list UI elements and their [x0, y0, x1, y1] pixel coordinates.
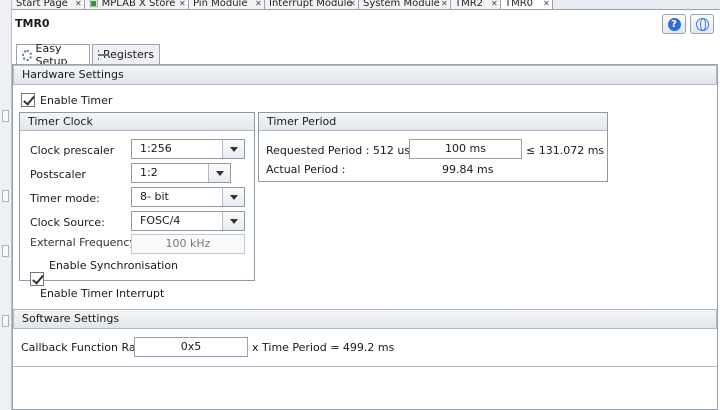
file-tab-label: System Module — [363, 0, 440, 9]
help-button[interactable]: ? — [662, 14, 686, 34]
tab-label: Registers — [102, 48, 154, 61]
group-title: Timer Clock — [28, 115, 93, 128]
enable-timer-label: Enable Timer — [40, 94, 113, 107]
close-icon[interactable]: ✕ — [349, 0, 356, 9]
postscaler-label: Postscaler — [30, 168, 86, 181]
close-icon[interactable]: ✕ — [179, 0, 186, 9]
clock-prescaler-label: Clock prescaler — [30, 144, 115, 157]
gear-icon — [22, 49, 32, 61]
enable-timer-checkbox[interactable] — [21, 93, 35, 107]
section-title: Software Settings — [22, 312, 120, 325]
web-help-button[interactable] — [690, 14, 714, 34]
callback-rate-label: Callback Function Rate — [21, 341, 147, 354]
section-divider — [13, 366, 717, 367]
chevron-down-icon[interactable] — [222, 140, 244, 158]
timer-mode-select[interactable]: 8- bit — [131, 187, 245, 207]
enable-timer-interrupt-label: Enable Timer Interrupt — [40, 287, 165, 300]
group-title: Timer Period — [267, 115, 337, 128]
help-icon: ? — [667, 17, 681, 31]
file-tab-start-page[interactable]: Start Page ✕ — [12, 0, 85, 9]
file-tab-interrupt-module[interactable]: Interrupt Module ✕ — [265, 0, 359, 9]
requested-period-max: ≤ 131.072 ms — [526, 144, 605, 157]
cart-icon: ▣ — [89, 0, 99, 9]
actual-period-label: Actual Period : — [266, 163, 346, 176]
software-settings-header: Software Settings — [13, 309, 717, 329]
file-tab-label: Pin Module — [193, 0, 248, 9]
close-icon[interactable]: ✕ — [543, 0, 550, 9]
file-tab-tmr2[interactable]: TMR2 ✕ — [451, 0, 501, 9]
chevron-down-icon[interactable] — [222, 188, 244, 206]
file-tab-pin-module[interactable]: Pin Module ✕ — [189, 0, 265, 9]
requested-period-label: Requested Period : 512 us ≤ — [266, 144, 423, 157]
file-tab-label: Start Page — [16, 0, 68, 9]
select-value: 8- bit — [140, 190, 169, 203]
gutter-marker — [2, 245, 9, 257]
select-value: 1:2 — [140, 166, 158, 179]
timer-clock-header: Timer Clock — [20, 113, 254, 131]
requested-period-input[interactable]: 100 ms — [409, 139, 522, 159]
chevron-down-icon[interactable] — [208, 164, 230, 182]
list-icon — [98, 49, 109, 60]
close-icon[interactable]: ✕ — [75, 0, 82, 9]
close-icon[interactable]: ✕ — [255, 0, 262, 9]
file-tab-label: MPLAB X Store — [101, 0, 176, 9]
external-frequency-label: External Frequency : — [30, 236, 144, 249]
clock-source-label: Clock Source: — [30, 216, 105, 229]
external-frequency-field: 100 kHz — [131, 234, 245, 254]
globe-icon — [695, 17, 709, 31]
file-tab-mplab-store[interactable]: ▣ MPLAB X Store ✕ — [85, 0, 189, 9]
file-tab-label: TMR2 — [455, 0, 484, 9]
clock-source-select[interactable]: FOSC/4 — [131, 211, 245, 231]
gutter-marker — [2, 190, 9, 202]
postscaler-select[interactable]: 1:2 — [131, 163, 231, 183]
callback-rate-input[interactable]: 0x5 — [134, 337, 248, 357]
tab-easy-setup[interactable]: Easy Setup — [16, 42, 90, 68]
chevron-down-icon[interactable] — [222, 212, 244, 230]
clock-prescaler-select[interactable]: 1:256 — [131, 139, 245, 159]
file-tab-label: TMR0 — [505, 0, 534, 9]
file-tab-system-module[interactable]: System Module ✕ — [359, 0, 451, 9]
enable-synchronisation-checkbox[interactable] — [30, 272, 44, 286]
hardware-settings-header: Hardware Settings — [13, 65, 717, 85]
select-value: 1:256 — [140, 142, 172, 155]
left-gutter — [0, 0, 12, 410]
enable-synchronisation-label: Enable Synchronisation — [49, 259, 179, 272]
close-icon[interactable]: ✕ — [491, 0, 498, 9]
gutter-marker — [2, 110, 9, 122]
time-period-text: x Time Period = 499.2 ms — [252, 341, 395, 354]
tab-registers[interactable]: Registers — [92, 44, 160, 64]
timer-period-header: Timer Period — [259, 113, 607, 131]
close-icon[interactable]: ✕ — [441, 0, 448, 9]
file-tab-strip: Start Page ✕ ▣ MPLAB X Store ✕ Pin Modul… — [12, 0, 720, 10]
section-title: Hardware Settings — [22, 68, 124, 81]
actual-period-value: 99.84 ms — [442, 163, 494, 176]
gutter-marker — [2, 315, 9, 327]
page-title: TMR0 — [15, 17, 50, 30]
file-tab-label: Interrupt Module — [269, 0, 353, 9]
select-value: FOSC/4 — [140, 214, 181, 227]
file-tab-tmr0[interactable]: TMR0 ✕ — [501, 0, 553, 9]
timer-mode-label: Timer mode: — [30, 192, 100, 205]
